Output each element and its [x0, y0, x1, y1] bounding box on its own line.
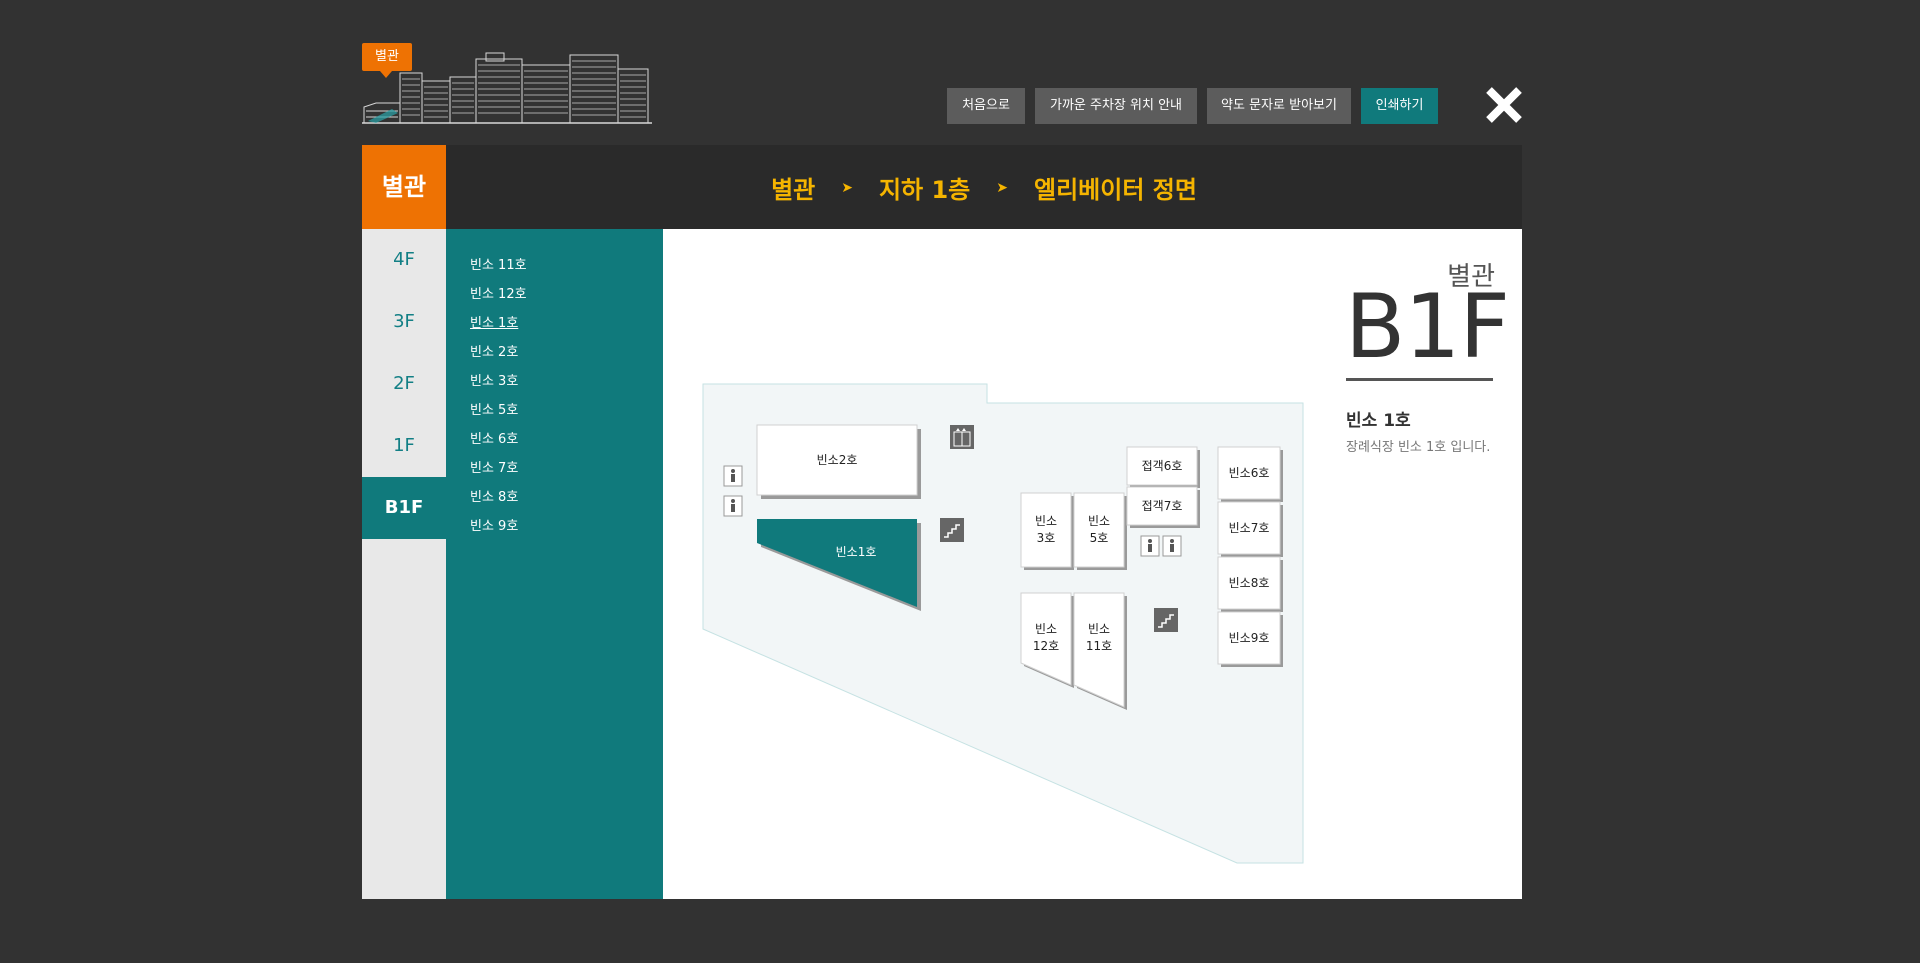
floor-item-b1f[interactable]: B1F	[362, 477, 446, 539]
breadcrumb-separator-icon: ➤	[841, 180, 853, 196]
map-room-5[interactable]: 빈소 5호	[1073, 492, 1127, 570]
map-room-6[interactable]: 빈소6호	[1217, 446, 1283, 502]
breadcrumb: 별관 ➤ 지하 1층 ➤ 엘리베이터 정면	[446, 145, 1522, 229]
info-divider	[1346, 378, 1493, 381]
room-item-5[interactable]: 빈소 5호	[470, 401, 518, 421]
breadcrumb-location: 엘리베이터 정면	[1034, 175, 1197, 204]
restroom-icon	[723, 495, 743, 517]
room-item-12[interactable]: 빈소 12호	[470, 285, 527, 305]
room-item-3[interactable]: 빈소 3호	[470, 372, 518, 392]
breadcrumb-building: 별관	[771, 175, 816, 204]
room-item-2[interactable]: 빈소 2호	[470, 343, 518, 363]
floor-item-4f[interactable]: 4F	[362, 229, 446, 291]
svg-text:빈소1호: 빈소1호	[836, 545, 877, 559]
svg-text:빈소8호: 빈소8호	[1229, 576, 1270, 590]
map-reception-6[interactable]: 접객6호	[1126, 446, 1200, 488]
room-item-8[interactable]: 빈소 8호	[470, 488, 518, 508]
map-reception-7[interactable]: 접객7호	[1126, 486, 1200, 528]
floor-item-1f[interactable]: 1F	[362, 415, 446, 477]
building-illustration: 별관	[362, 43, 652, 125]
restroom-icon	[1162, 535, 1182, 557]
elevator-icon	[950, 425, 974, 449]
map-room-8[interactable]: 빈소8호	[1217, 556, 1283, 612]
svg-text:빈소7호: 빈소7호	[1229, 521, 1270, 535]
home-button[interactable]: 처음으로	[947, 88, 1025, 124]
sms-map-button[interactable]: 약도 문자로 받아보기	[1207, 88, 1351, 124]
room-item-1[interactable]: 빈소 1호	[470, 314, 518, 334]
stairs-icon	[1154, 608, 1178, 632]
svg-text:3호: 3호	[1037, 531, 1056, 545]
map-room-2[interactable]: 빈소2호	[756, 424, 921, 499]
restroom-icon	[1140, 535, 1160, 557]
map-room-7[interactable]: 빈소7호	[1217, 501, 1283, 557]
room-item-11[interactable]: 빈소 11호	[470, 256, 527, 276]
restroom-icon	[723, 465, 743, 487]
building-skyline-icon	[362, 52, 652, 124]
svg-text:11호: 11호	[1086, 639, 1112, 653]
svg-text:접객7호: 접객7호	[1142, 499, 1183, 513]
svg-text:빈소9호: 빈소9호	[1229, 631, 1270, 645]
svg-text:접객6호: 접객6호	[1142, 459, 1183, 473]
info-room-description: 장례식장 빈소 1호 입니다.	[1346, 440, 1491, 455]
breadcrumb-separator-icon: ➤	[996, 180, 1008, 196]
stairs-icon	[940, 518, 964, 542]
info-room-title: 빈소 1호	[1346, 411, 1411, 431]
building-title: 별관	[362, 145, 446, 229]
svg-text:12호: 12호	[1033, 639, 1059, 653]
parking-info-button[interactable]: 가까운 주차장 위치 안내	[1035, 88, 1197, 124]
floor-list: 4F 3F 2F 1F B1F	[362, 229, 446, 899]
room-list: 빈소 11호 빈소 12호 빈소 1호 빈소 2호 빈소 3호 빈소 5호 빈소…	[446, 229, 663, 899]
room-item-7[interactable]: 빈소 7호	[470, 459, 518, 479]
room-item-6[interactable]: 빈소 6호	[470, 430, 518, 450]
print-button[interactable]: 인쇄하기	[1361, 88, 1438, 124]
svg-text:빈소: 빈소	[1035, 514, 1057, 528]
floor-item-2f[interactable]: 2F	[362, 353, 446, 415]
map-room-3[interactable]: 빈소 3호	[1020, 492, 1074, 570]
svg-text:빈소6호: 빈소6호	[1229, 466, 1270, 480]
svg-text:5호: 5호	[1090, 531, 1109, 545]
room-item-9[interactable]: 빈소 9호	[470, 517, 518, 537]
floor-item-3f[interactable]: 3F	[362, 291, 446, 353]
svg-text:빈소2호: 빈소2호	[817, 453, 858, 467]
svg-text:빈소: 빈소	[1088, 622, 1110, 636]
breadcrumb-floor: 지하 1층	[878, 175, 971, 204]
map-room-9[interactable]: 빈소9호	[1217, 611, 1283, 667]
svg-text:빈소: 빈소	[1035, 622, 1057, 636]
info-floor-label: B1F	[1345, 275, 1510, 378]
svg-text:빈소: 빈소	[1088, 514, 1110, 528]
close-icon[interactable]	[1482, 83, 1526, 127]
